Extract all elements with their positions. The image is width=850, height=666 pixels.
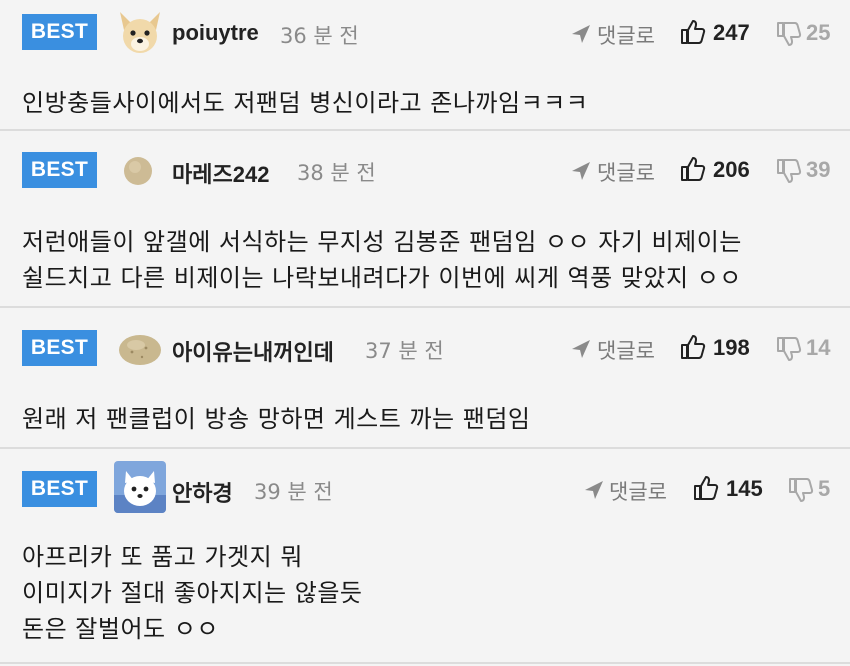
dislike-count: 14	[806, 335, 831, 360]
timestamp: 39 분 전	[254, 480, 333, 504]
comment-text-line: 원래 저 팬클럽이 방송 망하면 게스트 까는 팬덤임	[22, 405, 531, 433]
username[interactable]: 안하경	[172, 476, 233, 508]
comment-text-line: 저런애들이 앞갤에 서식하는 무지성 김봉준 팬덤임 ㅇㅇ 자기 비제이는	[22, 228, 742, 256]
thumbs-up-icon[interactable]	[680, 156, 706, 182]
comment-item: BEST 마레즈242 38 분 전 댓글로 206 39 저런애들이 앞갤에 …	[0, 131, 850, 308]
best-badge: BEST	[22, 152, 97, 188]
like-count: 198	[713, 335, 750, 360]
thumbs-down-icon[interactable]	[788, 477, 814, 503]
comment-list: BEST poiuytre 36 분 전 댓글로 247 25 인방충들사이에서…	[0, 0, 850, 666]
comment-header: BEST 안하경 39 분 전 댓글로 145 5	[0, 459, 850, 515]
comment-item: BEST 아이유는내꺼인데 37 분 전 댓글로 198 14 원래 저 팬클럽…	[0, 308, 850, 449]
timestamp: 37 분 전	[365, 339, 444, 363]
username[interactable]: 아이유는내꺼인데	[172, 335, 334, 367]
comment-text-line: 인방충들사이에서도 저팬덤 병신이라고 존나까임ㅋㅋㅋ	[22, 89, 589, 117]
reply-button[interactable]: 댓글로	[597, 335, 655, 365]
comment-item: BEST poiuytre 36 분 전 댓글로 247 25 인방충들사이에서…	[0, 0, 850, 131]
comment-text-line: 이미지가 절대 좋아지지는 않을듯	[22, 579, 363, 607]
send-arrow-icon[interactable]	[571, 24, 591, 44]
comment-text-line: 아프리카 또 품고 가겟지 뭐	[22, 543, 303, 571]
dislike-count: 39	[806, 157, 831, 182]
thumbs-up-icon[interactable]	[680, 19, 706, 45]
best-badge: BEST	[22, 471, 97, 507]
like-count: 247	[713, 20, 750, 45]
timestamp: 36 분 전	[280, 24, 359, 48]
best-badge: BEST	[22, 14, 97, 50]
thumbs-down-icon[interactable]	[776, 21, 802, 47]
reply-button[interactable]: 댓글로	[597, 157, 655, 187]
timestamp: 38 분 전	[297, 161, 376, 185]
potato-avatar-icon[interactable]	[114, 322, 166, 374]
dislike-count: 5	[818, 476, 831, 501]
reply-button[interactable]: 댓글로	[597, 20, 655, 50]
thumbs-up-icon[interactable]	[693, 475, 719, 501]
dog-avatar-icon[interactable]	[114, 6, 166, 58]
username[interactable]: poiuytre	[172, 20, 259, 46]
thumbs-down-icon[interactable]	[776, 336, 802, 362]
best-badge: BEST	[22, 330, 97, 366]
comment-text-line: 쉴드치고 다른 비제이는 나락보내려다가 이번에 씨게 역풍 맞았지 ㅇㅇ	[22, 264, 742, 292]
send-arrow-icon[interactable]	[571, 339, 591, 359]
like-count: 206	[713, 157, 750, 182]
thumbs-down-icon[interactable]	[776, 158, 802, 184]
reply-button[interactable]: 댓글로	[609, 476, 667, 506]
comment-item: BEST 안하경 39 분 전 댓글로 145 5 아프리카 또 품고 가겟지 …	[0, 449, 850, 664]
white-dog-avatar-icon[interactable]	[114, 461, 166, 513]
circle-avatar-icon[interactable]	[114, 145, 166, 197]
comment-text-line: 돈은 잘벌어도 ㅇㅇ	[22, 615, 219, 643]
thumbs-up-icon[interactable]	[680, 334, 706, 360]
send-arrow-icon[interactable]	[584, 480, 604, 500]
comment-header: BEST poiuytre 36 분 전 댓글로 247 25	[0, 4, 850, 60]
comment-header: BEST 아이유는내꺼인데 37 분 전 댓글로 198 14	[0, 320, 850, 376]
like-count: 145	[726, 476, 763, 501]
dislike-count: 25	[806, 20, 831, 45]
username[interactable]: 마레즈242	[172, 157, 269, 189]
send-arrow-icon[interactable]	[571, 161, 591, 181]
comment-header: BEST 마레즈242 38 분 전 댓글로 206 39	[0, 143, 850, 199]
